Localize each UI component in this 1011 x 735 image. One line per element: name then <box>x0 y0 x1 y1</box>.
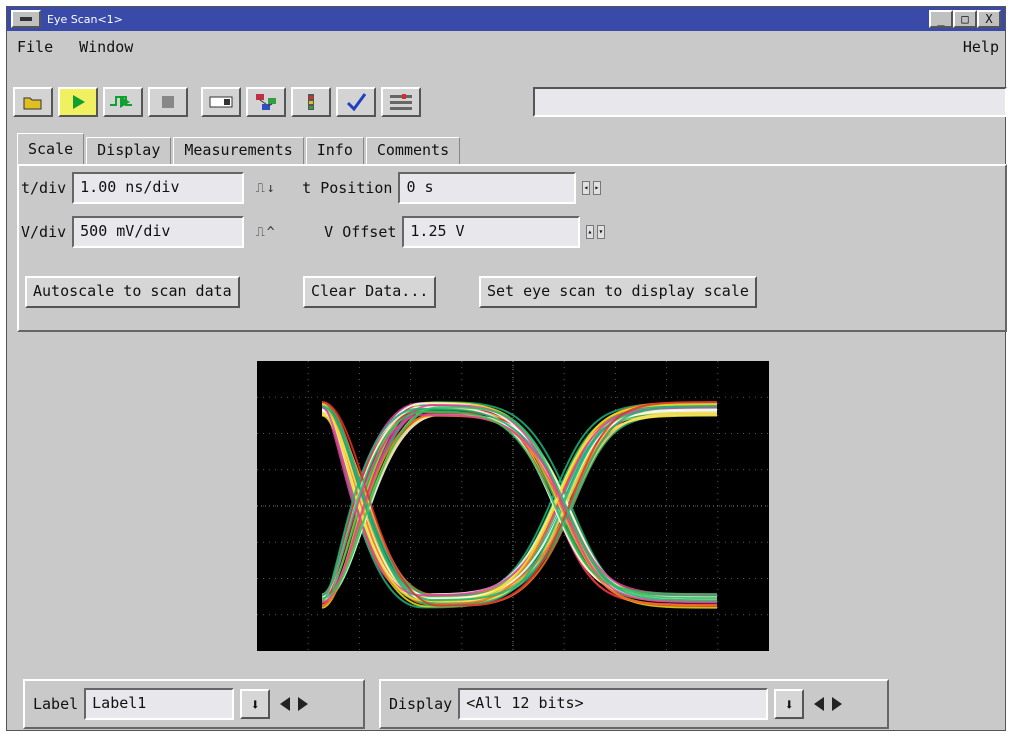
module-button[interactable] <box>201 87 241 117</box>
tdiv-field[interactable]: 1.00 ns/div <box>72 172 245 204</box>
menu-file[interactable]: File <box>17 38 53 56</box>
label-selector: Label Label1 ⬇ <box>23 679 365 729</box>
toolbar <box>13 85 1007 119</box>
eye-scan-window: Eye Scan<1> _ □ X File Window Help Scale… <box>6 6 1007 731</box>
eye-diagram-display <box>257 361 769 651</box>
tab-measurements[interactable]: Measurements <box>173 137 304 164</box>
vdiv-stepper[interactable]: ⎍^ <box>252 217 280 247</box>
next-arrow-icon[interactable] <box>832 697 843 711</box>
status-icon <box>308 94 314 110</box>
label-field[interactable]: Label1 <box>84 688 235 720</box>
prev-arrow-icon[interactable] <box>280 697 291 711</box>
check-button[interactable] <box>336 87 376 117</box>
run-repetitive-icon <box>110 96 132 108</box>
open-folder-icon <box>23 97 42 110</box>
set-eye-scan-button[interactable]: Set eye scan to display scale <box>479 276 757 308</box>
label-prev-next <box>270 691 310 717</box>
display-selector: Display <All 12 bits> ⬇ <box>379 679 889 729</box>
tdiv-label: t/div <box>21 179 67 197</box>
settings-button[interactable] <box>381 87 421 117</box>
label-label: Label <box>33 695 79 713</box>
voffset-stepper[interactable]: ▴ ▾ <box>580 217 610 247</box>
close-button[interactable]: X <box>977 10 1001 28</box>
prev-arrow-icon[interactable] <box>814 697 825 711</box>
tpos-stepper[interactable]: ◂ ▸ <box>576 173 606 203</box>
right-arrow-icon[interactable]: ▸ <box>592 181 601 195</box>
system-menu-button[interactable] <box>11 10 41 28</box>
run-button[interactable] <box>58 87 98 117</box>
window-controls: _ □ X <box>929 10 1001 28</box>
tab-display[interactable]: Display <box>86 137 172 164</box>
label-dropdown-button[interactable]: ⬇ <box>240 689 271 719</box>
vdiv-field[interactable]: 500 mV/div <box>72 216 245 248</box>
scale-panel: t/div 1.00 ns/div ⎍↓ t Position 0 s ◂ ▸ V… <box>17 164 1007 332</box>
title-bar[interactable]: Eye Scan<1> _ □ X <box>7 7 1005 31</box>
display-prev-next <box>804 691 844 717</box>
tpos-label: t Position <box>302 179 393 197</box>
down-arrow-icon[interactable]: ▾ <box>596 225 605 239</box>
group-run-icon <box>256 94 276 110</box>
window-title: Eye Scan<1> <box>47 12 123 26</box>
clear-data-button[interactable]: Clear Data... <box>303 276 437 308</box>
tpos-field[interactable]: 0 s <box>398 172 577 204</box>
module-icon <box>209 96 233 108</box>
display-dropdown-button[interactable]: ⬇ <box>774 689 805 719</box>
stop-icon <box>162 96 174 108</box>
menu-bar: File Window Help <box>7 31 1005 63</box>
display-label: Display <box>389 695 453 713</box>
menu-help[interactable]: Help <box>963 38 999 56</box>
display-field[interactable]: <All 12 bits> <box>458 688 769 720</box>
run-repetitive-button[interactable] <box>103 87 143 117</box>
menu-window[interactable]: Window <box>79 38 133 56</box>
system-menu-icon <box>20 17 32 21</box>
stop-button[interactable] <box>148 87 188 117</box>
up-arrow-icon[interactable]: ▴ <box>585 225 594 239</box>
tab-comments[interactable]: Comments <box>365 137 461 164</box>
eye-diagram-plot <box>257 361 769 651</box>
tab-bar: Scale Display Measurements Info Comments <box>17 133 462 165</box>
autoscale-button[interactable]: Autoscale to scan data <box>25 276 240 308</box>
vdiv-label: V/div <box>21 223 67 241</box>
left-arrow-icon[interactable]: ◂ <box>581 181 590 195</box>
group-run-button[interactable] <box>246 87 286 117</box>
open-button[interactable] <box>13 87 53 117</box>
minimize-button[interactable]: _ <box>929 10 953 28</box>
next-arrow-icon[interactable] <box>298 697 309 711</box>
run-icon <box>73 95 85 109</box>
voffset-field[interactable]: 1.25 V <box>402 216 581 248</box>
tdiv-stepper[interactable]: ⎍↓ <box>252 173 280 203</box>
vdiv-row: V/div 500 mV/div ⎍^ V Offset 1.25 V ▴ ▾ <box>21 216 610 248</box>
check-icon <box>346 93 367 112</box>
status-button[interactable] <box>291 87 331 117</box>
settings-icon <box>390 94 412 110</box>
tab-scale[interactable]: Scale <box>17 133 85 165</box>
tab-info[interactable]: Info <box>305 137 364 164</box>
maximize-button[interactable]: □ <box>953 10 977 28</box>
voffset-label: V Offset <box>324 223 397 241</box>
status-field <box>533 87 1007 117</box>
tdiv-row: t/div 1.00 ns/div ⎍↓ t Position 0 s ◂ ▸ <box>21 172 606 204</box>
